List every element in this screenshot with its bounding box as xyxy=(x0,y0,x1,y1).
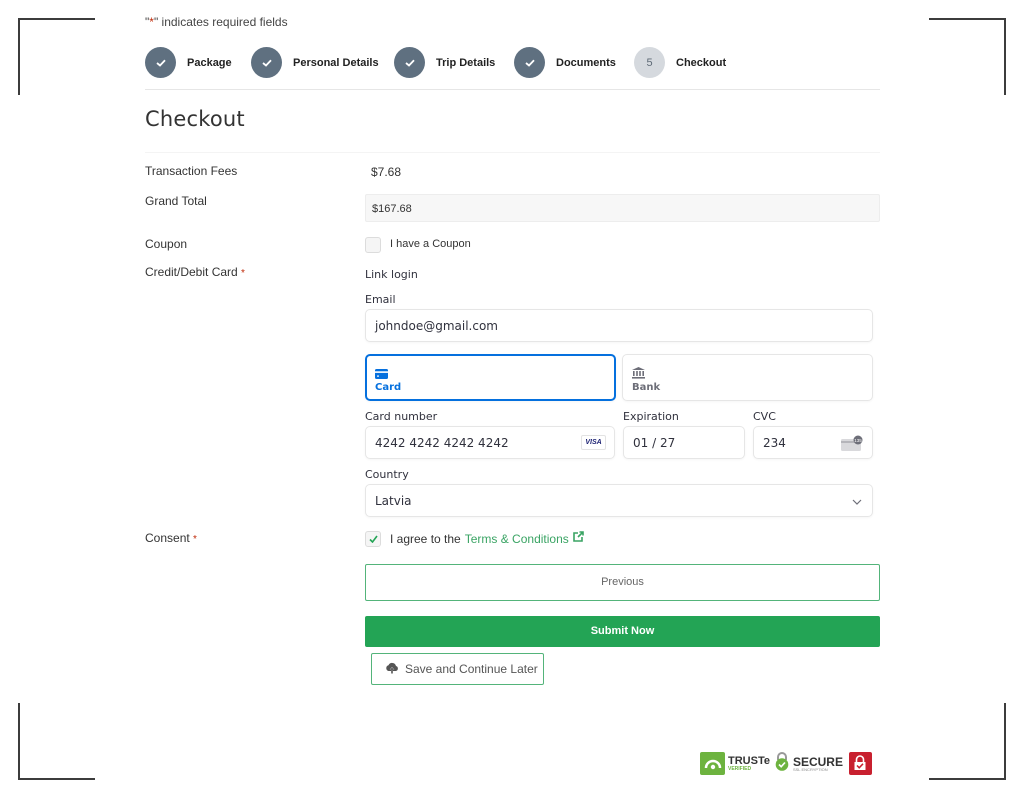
grand-total-value: $167.68 xyxy=(365,194,880,222)
payment-tab-card[interactable]: Card xyxy=(365,354,616,401)
cvc-card-icon: 135 xyxy=(841,435,863,454)
consent-checkbox[interactable] xyxy=(365,531,381,547)
credit-card-icon xyxy=(375,364,614,379)
previous-button[interactable]: Previous xyxy=(365,564,880,601)
step-documents: Documents xyxy=(514,47,616,78)
check-icon xyxy=(524,59,535,67)
card-number-value: 4242 4242 4242 4242 xyxy=(375,436,509,450)
step-package: Package xyxy=(145,47,232,78)
card-number-label: Card number xyxy=(365,410,438,423)
check-icon xyxy=(368,535,378,543)
page-title: Checkout xyxy=(145,107,245,131)
transaction-fees-label: Transaction Fees xyxy=(145,164,238,178)
sitelock-badge xyxy=(848,752,872,775)
truste-subtitle: VERIFIED xyxy=(728,765,752,772)
required-star: * xyxy=(193,534,197,545)
check-icon xyxy=(404,59,415,67)
consent-label: Consent * xyxy=(145,531,197,545)
terms-conditions-link[interactable]: Terms & Conditions xyxy=(465,532,569,546)
link-login-text: Link login xyxy=(365,268,418,281)
required-fields-note: "*" indicates required fields xyxy=(145,15,288,29)
cvc-input[interactable]: 234 135 xyxy=(753,426,873,459)
step-label: Package xyxy=(187,56,232,69)
step-complete-badge xyxy=(251,47,282,78)
submit-button[interactable]: Submit Now xyxy=(365,616,880,647)
consent-text: I agree to the Terms & Conditions xyxy=(390,531,584,546)
secure-badge: SECURE SSL ENCRYPTION xyxy=(774,751,843,776)
save-button-label: Save and Continue Later xyxy=(405,662,538,676)
trust-badges: TRUSTe VERIFIED SECURE SSL ENCRYPTION xyxy=(700,751,872,776)
step-trip-details: Trip Details xyxy=(394,47,495,78)
frame-corner-bottom-right xyxy=(929,703,1006,780)
frame-corner-bottom-left xyxy=(18,703,95,780)
cvc-label: CVC xyxy=(753,410,776,423)
payment-tab-bank[interactable]: Bank xyxy=(622,354,873,401)
step-checkout: 5 Checkout xyxy=(634,47,726,78)
truste-badge: TRUSTe VERIFIED xyxy=(700,752,770,775)
coupon-label: Coupon xyxy=(145,237,188,251)
step-complete-badge xyxy=(394,47,425,78)
step-personal-details: Personal Details xyxy=(251,47,379,78)
title-divider xyxy=(145,152,880,153)
check-icon xyxy=(261,59,272,67)
email-input[interactable]: johndoe@gmail.com xyxy=(365,309,873,342)
grand-total-label: Grand Total xyxy=(145,194,207,208)
step-complete-badge xyxy=(514,47,545,78)
step-complete-badge xyxy=(145,47,176,78)
card-number-input[interactable]: 4242 4242 4242 4242 VISA xyxy=(365,426,615,459)
step-label: Personal Details xyxy=(293,56,379,69)
bank-icon xyxy=(632,364,872,379)
step-label: Checkout xyxy=(676,56,727,69)
padlock-icon xyxy=(774,751,790,776)
email-label: Email xyxy=(365,293,396,306)
expiration-input[interactable]: 01 / 27 xyxy=(623,426,745,459)
expiration-label: Expiration xyxy=(623,410,679,423)
visa-icon: VISA xyxy=(581,435,606,450)
cvc-value: 234 xyxy=(763,436,786,450)
truste-title: TRUSTe xyxy=(728,754,770,767)
coupon-checkbox-label[interactable]: I have a Coupon xyxy=(390,238,471,250)
expiration-value: 01 / 27 xyxy=(633,436,676,450)
country-label: Country xyxy=(365,468,409,481)
external-link-icon[interactable] xyxy=(572,531,584,546)
check-icon xyxy=(155,59,166,67)
tab-label: Card xyxy=(375,382,402,393)
chevron-down-icon xyxy=(852,495,862,509)
coupon-checkbox[interactable] xyxy=(365,237,381,253)
step-label: Documents xyxy=(556,56,616,69)
step-number-badge: 5 xyxy=(634,47,665,78)
transaction-fees-value: $7.68 xyxy=(371,165,402,179)
credit-card-label: Credit/Debit Card * xyxy=(145,265,245,279)
tab-label: Bank xyxy=(632,382,661,393)
country-value: Latvia xyxy=(375,494,412,508)
cloud-upload-icon xyxy=(385,662,399,677)
country-select[interactable]: Latvia xyxy=(365,484,873,517)
save-continue-later-button[interactable]: Save and Continue Later xyxy=(371,653,544,685)
secure-title: SECURE xyxy=(792,754,843,769)
frame-corner-top-right xyxy=(929,18,1006,95)
truste-logo-icon xyxy=(700,752,725,775)
required-star: * xyxy=(241,268,245,279)
sitelock-icon xyxy=(854,755,866,770)
frame-corner-top-left xyxy=(18,18,95,95)
progress-steps: Package Personal Details Trip Details Do… xyxy=(145,47,880,90)
svg-text:135: 135 xyxy=(854,438,862,443)
step-label: Trip Details xyxy=(436,56,496,69)
